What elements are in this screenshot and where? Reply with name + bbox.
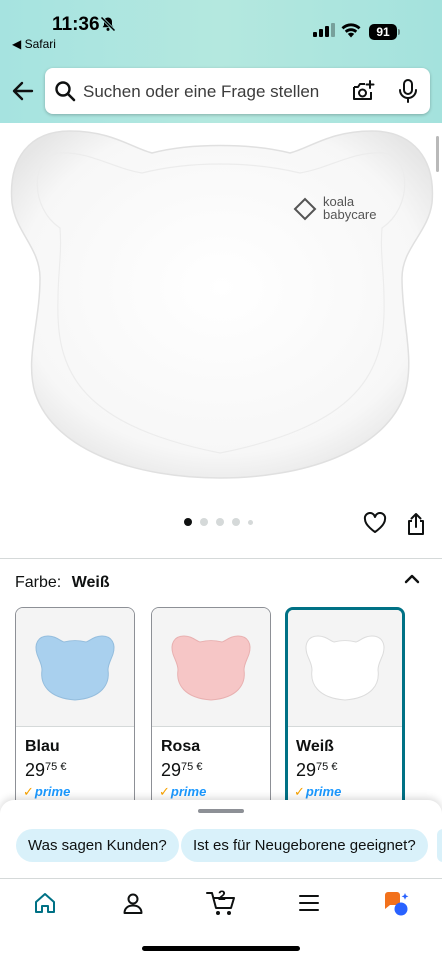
heart-icon[interactable] <box>363 512 387 534</box>
status-bar: 11:36 ◀ Safari 91 <box>0 0 442 56</box>
camera-lens-icon[interactable] <box>351 79 375 103</box>
carousel-dot-3[interactable] <box>216 518 224 526</box>
carousel-dot-2[interactable] <box>200 518 208 526</box>
product-image[interactable]: koala babycare <box>0 123 442 503</box>
pillow-image: koala babycare <box>10 130 434 479</box>
home-indicator <box>142 946 300 951</box>
price-whole: 29 <box>296 760 317 780</box>
variant-name: Rosa <box>161 738 201 755</box>
prime-badge: ✓prime <box>294 784 341 800</box>
chevron-up-icon[interactable] <box>403 572 421 586</box>
prime-check-icon: ✓ <box>159 784 170 799</box>
prime-label: prime <box>305 784 342 799</box>
search-input[interactable]: Suchen oder eine Frage stellen <box>83 82 319 102</box>
scrollbar[interactable] <box>436 136 439 172</box>
back-to-safari[interactable]: ◀ Safari <box>12 37 56 51</box>
price-fraction: 75 € <box>316 761 337 773</box>
carousel-dot-4[interactable] <box>232 518 240 526</box>
color-selector-label: Farbe: Weiß <box>15 574 110 592</box>
image-carousel-dots[interactable] <box>184 518 253 526</box>
prime-check-icon: ✓ <box>294 784 305 799</box>
price-whole: 29 <box>25 760 46 780</box>
variant-pillow-image <box>171 635 251 701</box>
suggestion-chip-overflow[interactable] <box>437 829 442 862</box>
selected-color: Weiß <box>71 574 110 591</box>
prime-label: prime <box>170 784 207 799</box>
account-icon[interactable] <box>121 891 145 915</box>
prime-badge: ✓prime <box>23 784 70 800</box>
cellular-signal-icon <box>313 23 335 37</box>
cart-button[interactable]: 2 <box>206 887 238 917</box>
home-icon[interactable] <box>33 891 57 915</box>
wifi-icon <box>341 23 361 38</box>
price-decimal: 75 <box>316 761 329 773</box>
back-arrow-icon[interactable] <box>10 78 36 104</box>
variant-card-blau[interactable]: Blau 2975 € ✓prime <box>15 607 135 817</box>
price-decimal: 75 <box>181 761 194 773</box>
battery-indicator: 91 <box>369 24 397 40</box>
variant-price: 2975 € <box>296 760 337 781</box>
prime-check-icon: ✓ <box>23 784 34 799</box>
search-icon <box>55 81 76 102</box>
price-currency: € <box>60 761 67 773</box>
carousel-dot-1[interactable] <box>184 518 192 526</box>
variant-name: Weiß <box>296 738 334 755</box>
sheet-drag-handle[interactable] <box>198 809 244 813</box>
search-bar[interactable]: Suchen oder eine Frage stellen <box>45 68 430 114</box>
variant-pillow-image <box>305 635 385 701</box>
logo-babycare: babycare <box>323 207 376 222</box>
price-whole: 29 <box>161 760 182 780</box>
status-time: 11:36 <box>52 14 100 35</box>
variant-image <box>152 608 270 727</box>
variant-image <box>16 608 134 727</box>
price-fraction: 75 € <box>45 761 66 773</box>
prime-badge: ✓prime <box>159 784 206 800</box>
mute-bell-icon <box>100 16 116 32</box>
suggestion-chip[interactable]: Was sagen Kunden? <box>16 829 179 862</box>
share-icon[interactable] <box>406 512 426 536</box>
variant-price: 2975 € <box>161 760 202 781</box>
variant-card-weiss[interactable]: Weiß 2975 € ✓prime <box>285 607 405 817</box>
price-currency: € <box>331 761 338 773</box>
variant-image <box>288 610 402 727</box>
carousel-dot-5[interactable] <box>248 519 253 525</box>
color-label: Farbe: <box>15 574 62 591</box>
price-fraction: 75 € <box>181 761 202 773</box>
battery-cap <box>398 29 400 35</box>
variant-pillow-image <box>35 635 115 701</box>
variant-card-rosa[interactable]: Rosa 2975 € ✓prime <box>151 607 271 817</box>
cart-count: 2 <box>218 887 226 903</box>
microphone-icon[interactable] <box>397 78 419 104</box>
price-currency: € <box>196 761 203 773</box>
section-divider <box>0 558 442 559</box>
header: 11:36 ◀ Safari 91 Suchen oder eine Frage… <box>0 0 442 123</box>
suggestion-chip[interactable]: Ist es für Neugeborene geeignet? <box>181 829 428 862</box>
variant-name: Blau <box>25 738 60 755</box>
rufus-ai-icon[interactable] <box>383 891 411 917</box>
suggestion-sheet: Was sagen Kunden? Ist es für Neugeborene… <box>0 800 442 882</box>
menu-icon[interactable] <box>298 891 320 915</box>
prime-label: prime <box>34 784 71 799</box>
price-decimal: 75 <box>45 761 58 773</box>
variant-price: 2975 € <box>25 760 66 781</box>
